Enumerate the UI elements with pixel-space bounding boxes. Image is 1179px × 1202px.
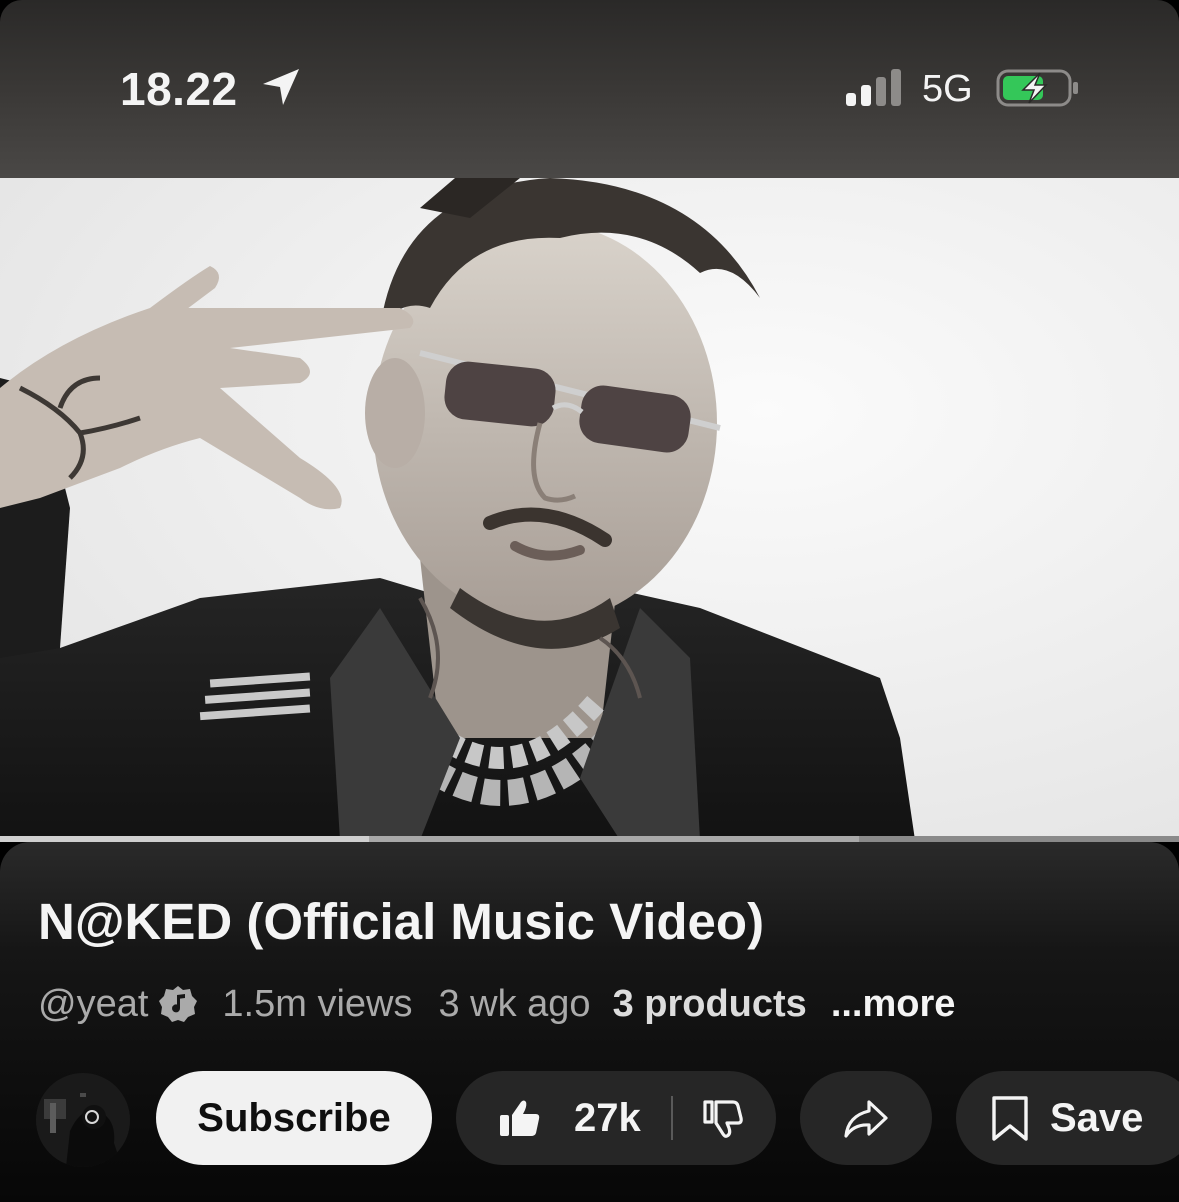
avatar-image bbox=[36, 1073, 130, 1167]
like-count: 27k bbox=[574, 1095, 641, 1140]
battery-charging-icon bbox=[996, 69, 1078, 107]
dislike-icon bbox=[703, 1100, 743, 1138]
video-title[interactable]: N@KED (Official Music Video) bbox=[38, 892, 764, 951]
save-button[interactable]: Save bbox=[956, 1071, 1179, 1165]
like-button[interactable]: 27k bbox=[456, 1071, 641, 1165]
dislike-button[interactable] bbox=[673, 1071, 745, 1165]
save-bookmark-icon bbox=[992, 1096, 1028, 1141]
video-player[interactable] bbox=[0, 178, 1179, 840]
channel-handle[interactable]: @yeat bbox=[38, 983, 148, 1026]
like-dislike-group: 27k bbox=[456, 1071, 776, 1165]
channel-avatar[interactable] bbox=[36, 1073, 130, 1167]
share-button[interactable] bbox=[800, 1071, 932, 1165]
like-icon bbox=[500, 1100, 540, 1136]
status-bar: 18.22 5G bbox=[0, 0, 1179, 178]
action-row: Subscribe 27k Save bbox=[0, 1070, 1179, 1167]
more-description-link[interactable]: ...more bbox=[831, 983, 956, 1026]
save-label: Save bbox=[1050, 1095, 1144, 1140]
video-meta-row[interactable]: @yeat 1.5m views 3 wk ago 3 products ...… bbox=[38, 980, 955, 1028]
cellular-signal-icon bbox=[846, 69, 901, 106]
view-count: 1.5m views bbox=[222, 982, 413, 1025]
video-info-panel: N@KED (Official Music Video) @yeat 1.5m … bbox=[0, 842, 1179, 1202]
products-link[interactable]: 3 products bbox=[613, 983, 807, 1026]
upload-age: 3 wk ago bbox=[438, 982, 591, 1025]
network-type: 5G bbox=[922, 68, 973, 110]
subscribe-button[interactable]: Subscribe bbox=[156, 1071, 432, 1165]
video-frame-image bbox=[0, 178, 1179, 840]
verified-music-icon bbox=[159, 986, 198, 1022]
status-time: 18.22 bbox=[120, 63, 238, 115]
location-arrow-icon bbox=[263, 69, 299, 105]
share-icon bbox=[844, 1100, 888, 1138]
